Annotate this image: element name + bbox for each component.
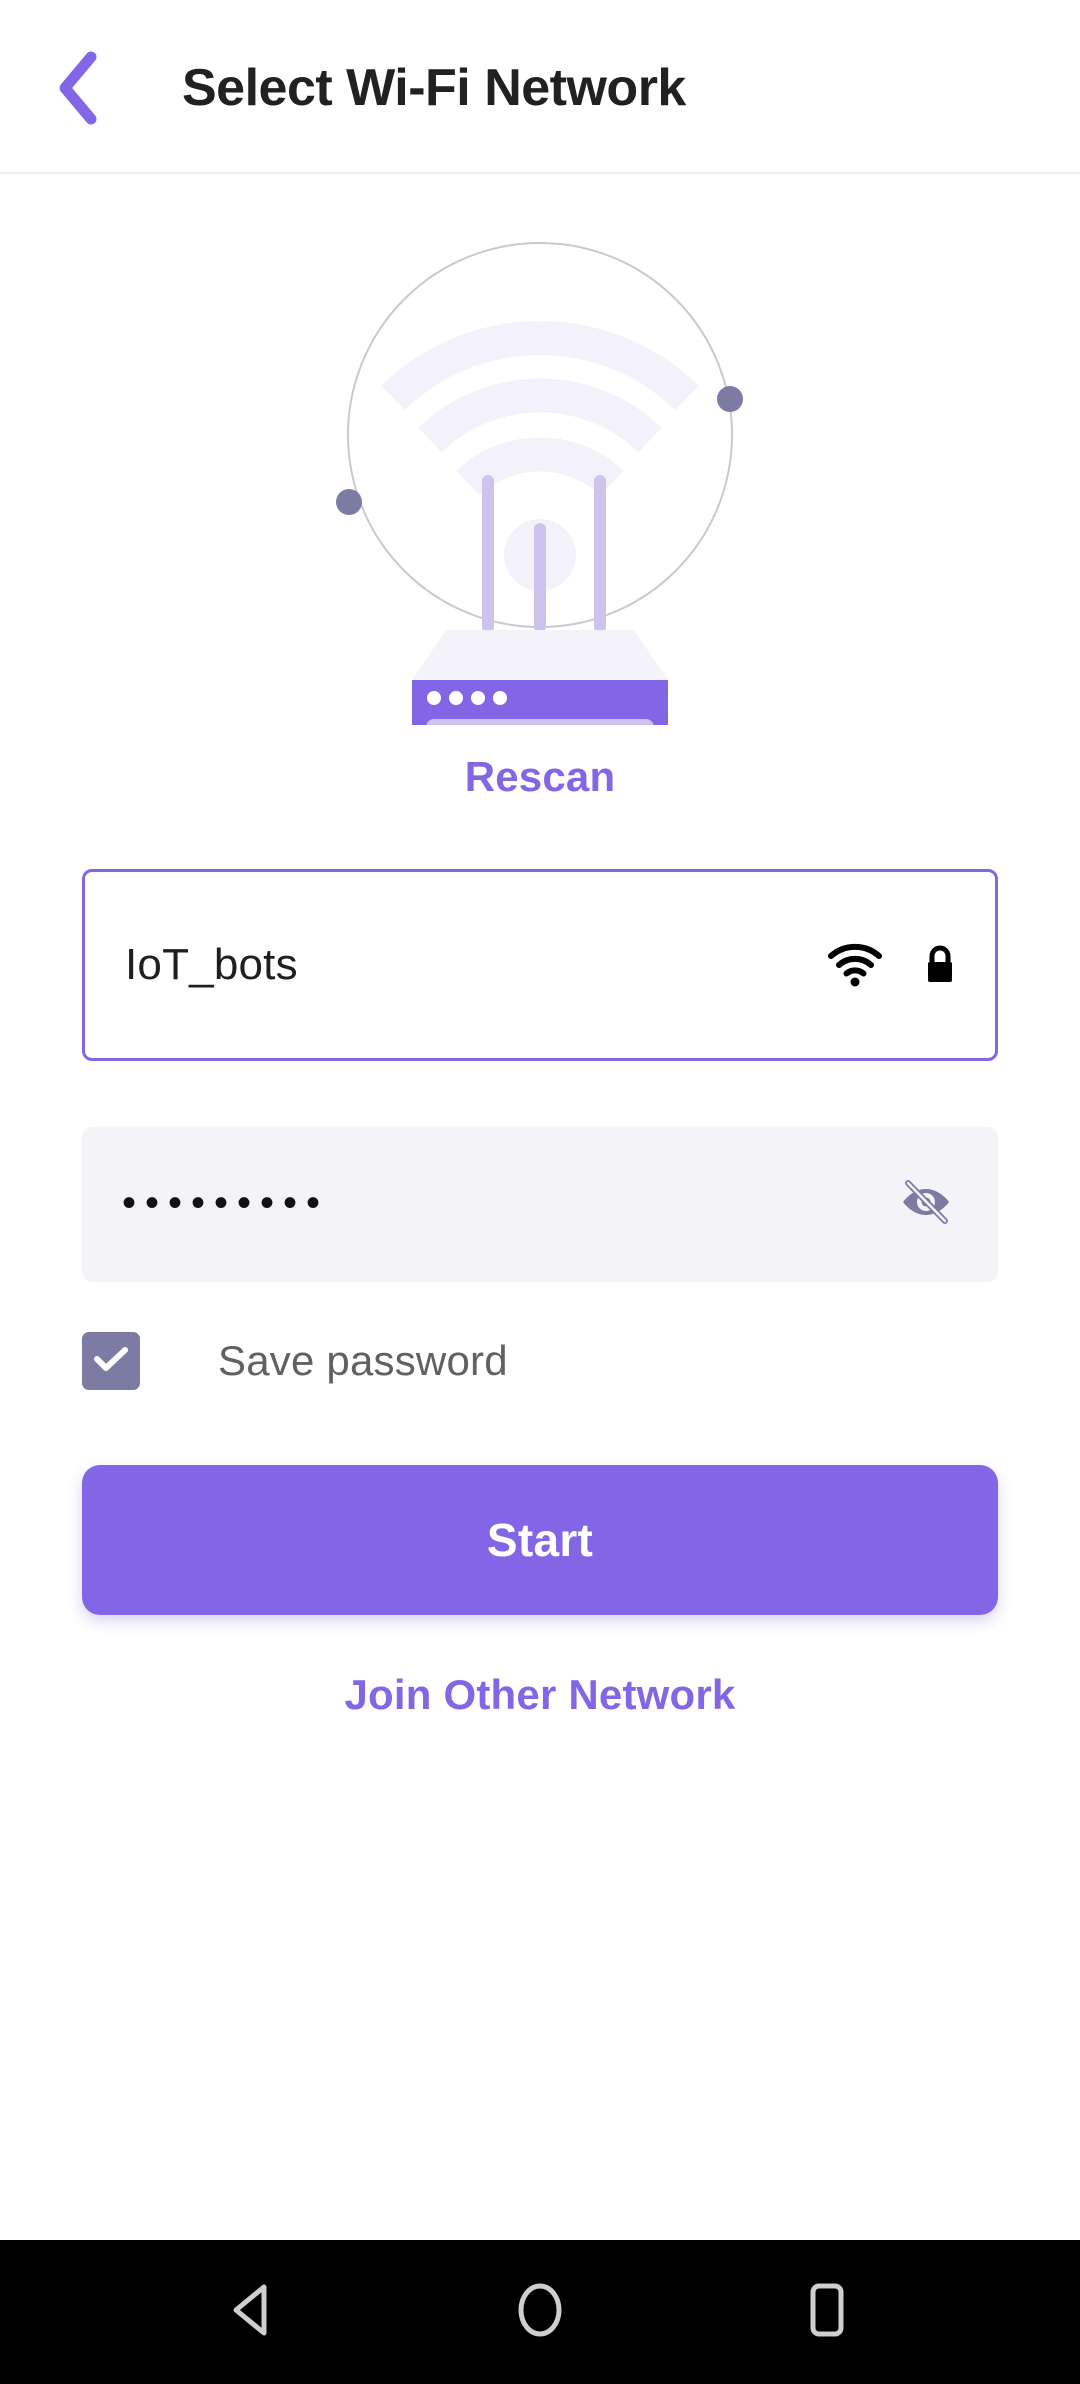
nav-recents-button[interactable] xyxy=(767,2262,887,2362)
chevron-left-icon xyxy=(53,49,101,127)
start-button[interactable]: Start xyxy=(82,1465,998,1615)
start-button-label: Start xyxy=(486,1514,594,1566)
page-title: Select Wi-Fi Network xyxy=(182,58,686,117)
wifi-icon xyxy=(827,943,883,987)
nav-home-button[interactable] xyxy=(480,2262,600,2362)
rescan-container: Rescan xyxy=(0,753,1080,801)
router-graphic xyxy=(336,242,743,725)
home-circle-icon xyxy=(513,2281,567,2344)
android-navigation-bar xyxy=(0,2240,1080,2384)
save-password-row[interactable]: Save password xyxy=(82,1332,508,1390)
eye-off-icon xyxy=(896,1172,956,1237)
save-password-checkbox[interactable] xyxy=(82,1332,140,1390)
password-field[interactable]: ••••••••• xyxy=(82,1127,998,1282)
recents-square-icon xyxy=(800,2281,854,2344)
lock-closed-icon xyxy=(923,943,957,987)
password-value: ••••••••• xyxy=(122,1180,330,1225)
toggle-password-visibility-button[interactable] xyxy=(890,1169,962,1241)
save-password-label: Save password xyxy=(218,1337,508,1384)
join-other-container: Join Other Network xyxy=(82,1671,998,1719)
back-triangle-icon xyxy=(226,2281,280,2344)
back-button[interactable] xyxy=(34,45,120,131)
check-icon xyxy=(92,1344,130,1379)
network-select-field[interactable]: IoT_bots xyxy=(82,869,998,1061)
nav-back-button[interactable] xyxy=(193,2262,313,2362)
join-other-network-link[interactable]: Join Other Network xyxy=(345,1671,736,1719)
app-header: Select Wi-Fi Network xyxy=(0,0,1080,175)
wifi-router-illustration xyxy=(0,205,1080,745)
network-ssid-value: IoT_bots xyxy=(125,940,298,989)
rescan-button[interactable]: Rescan xyxy=(465,753,616,801)
wifi-form: IoT_bots ••••••••• Save password Start J… xyxy=(0,869,1080,1719)
